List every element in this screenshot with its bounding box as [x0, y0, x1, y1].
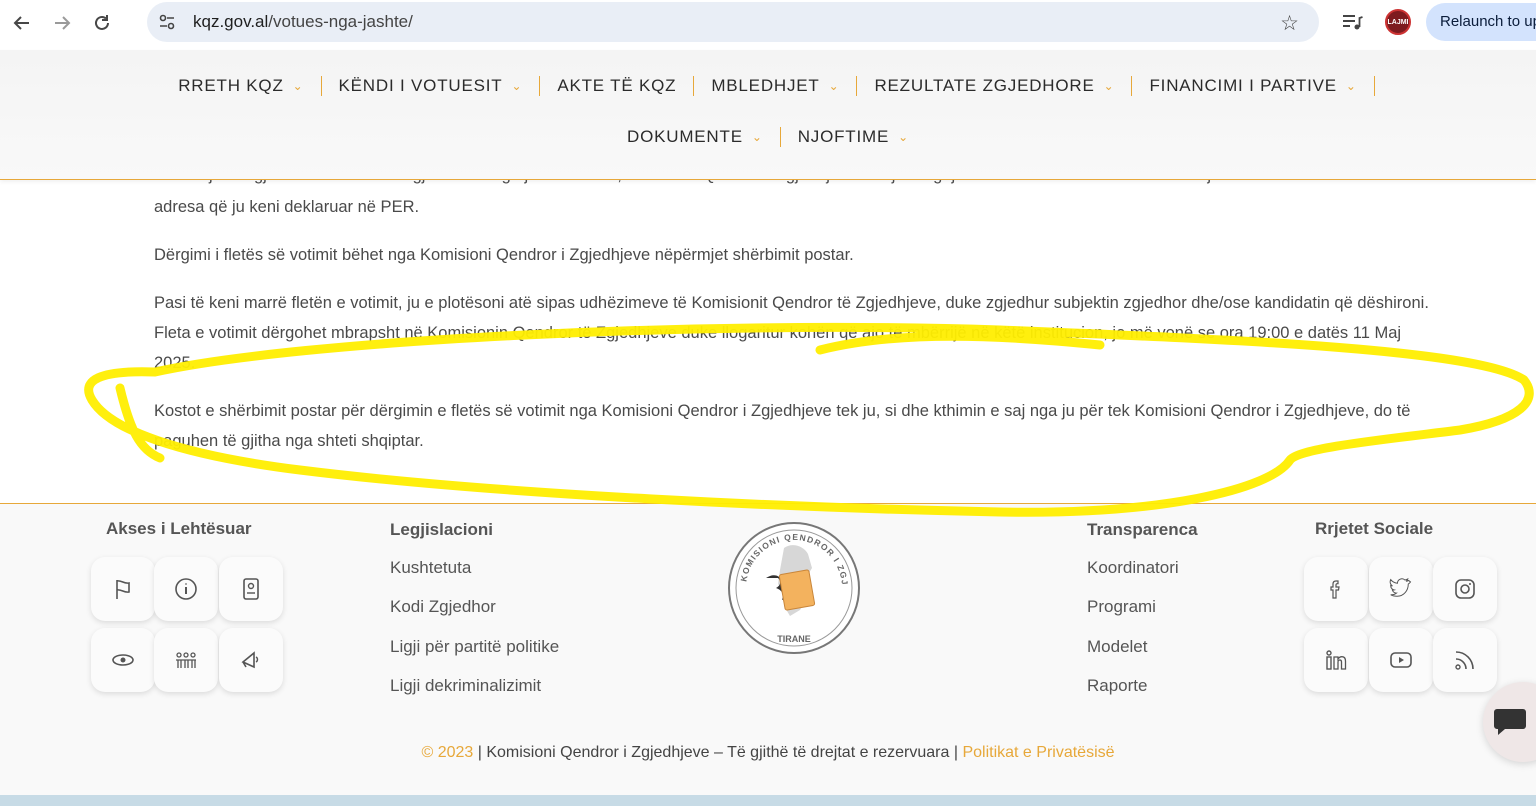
copyright-year: © 2023: [421, 744, 474, 761]
facebook-icon[interactable]: [1304, 557, 1368, 621]
menu-rezultate-zgjedhore[interactable]: REZULTATE ZGJEDHORE ⌄: [857, 74, 1131, 98]
menu-label: DOKUMENTE: [627, 127, 743, 146]
paragraph-ballot-return: Pasi të keni marrë fletën e votimit, ju …: [154, 294, 1429, 372]
rss-icon[interactable]: [1433, 628, 1497, 692]
site-footer: Akses i Lehtësuar Legjislacioni Kushtetu…: [0, 503, 1536, 795]
linkedin-icon[interactable]: [1304, 628, 1368, 692]
seal-text: TIRANE: [777, 634, 811, 644]
url-domain: kqz.gov.al: [193, 12, 269, 31]
relaunch-button[interactable]: Relaunch to update: [1426, 3, 1536, 41]
chevron-down-icon: ⌄: [1103, 79, 1115, 93]
chevron-down-icon: ⌄: [751, 130, 763, 144]
url-path: /votues-nga-jashte/: [268, 12, 413, 31]
site-header: RRETH KQZ ⌄ KËNDI I VOTUESIT ⌄ AKTE TË KQZ…: [0, 50, 1536, 180]
copyright-line: © 2023 | Komisioni Qendror i Zgjedhjeve …: [0, 744, 1536, 762]
menu-label: REZULTATE ZGJEDHORE: [874, 76, 1095, 95]
link-ligji-dekriminalizimit[interactable]: Ligji dekriminalizimit: [390, 676, 541, 696]
link-koordinatori[interactable]: Koordinatori: [1087, 558, 1179, 578]
os-taskbar: [0, 795, 1536, 806]
paragraph-text: Pasi të jeni regjistruar në Listën e Zgj…: [154, 180, 1439, 190]
menu-rreth-kqz[interactable]: RRETH KQZ ⌄: [161, 74, 320, 98]
megaphone-icon[interactable]: [219, 628, 283, 692]
chat-bubble-icon: [1494, 709, 1526, 735]
menu-njoftime[interactable]: NJOFTIME ⌄: [781, 125, 926, 149]
chevron-down-icon: ⌄: [511, 79, 523, 93]
media-controls-icon[interactable]: [1340, 10, 1364, 34]
copyright-text: | Komisioni Qendror i Zgjedhjeve – Të gj…: [473, 744, 963, 761]
menu-mbledhjet[interactable]: MBLEDHJET ⌄: [694, 74, 856, 98]
menu-label: MBLEDHJET: [711, 76, 820, 95]
site-settings-icon[interactable]: [157, 12, 177, 32]
info-icon[interactable]: [154, 557, 218, 621]
address-bar[interactable]: kqz.gov.al/votues-nga-jashte/ ☆: [147, 2, 1319, 42]
paragraph-partial-top: Pasi të jeni regjistruar në Listën e Zgj…: [154, 180, 1439, 190]
kqz-seal-logo[interactable]: KOMISIONI QENDROR I ZGJEDHJEVE TIRANE: [726, 520, 862, 656]
link-ligji-partite[interactable]: Ligji për partitë politike: [390, 637, 559, 657]
instagram-icon[interactable]: [1433, 557, 1497, 621]
menu-label: KËNDI I VOTUESIT: [338, 76, 503, 95]
browser-toolbar: kqz.gov.al/votues-nga-jashte/ ☆ LAJMI Re…: [0, 0, 1536, 46]
eye-icon[interactable]: [91, 628, 155, 692]
menu-financimi-i-partive[interactable]: FINANCIMI I PARTIVE ⌄: [1132, 74, 1373, 98]
extension-avatar[interactable]: LAJMI: [1385, 9, 1411, 35]
accessibility-title: Akses i Lehtësuar: [106, 519, 252, 538]
social-title: Rrjetet Sociale: [1315, 519, 1434, 538]
link-programi[interactable]: Programi: [1087, 597, 1156, 617]
menu-dokumente[interactable]: DOKUMENTE ⌄: [610, 125, 780, 149]
menu-label: NJOFTIME: [797, 127, 890, 146]
main-menu-row-1: RRETH KQZ ⌄ KËNDI I VOTUESIT ⌄ AKTE TË KQZ…: [0, 74, 1536, 98]
paragraph-postal-service: Dërgimi i fletës së votimit bëhet nga Ko…: [154, 246, 854, 264]
youtube-icon[interactable]: [1369, 628, 1433, 692]
chevron-down-icon: ⌄: [898, 130, 909, 144]
main-menu-row-2: DOKUMENTE ⌄ NJOFTIME ⌄: [0, 125, 1536, 149]
paragraph-postal-costs: Kostot e shërbimit postar për dërgimin e…: [154, 402, 1411, 450]
reload-icon[interactable]: [82, 3, 122, 43]
link-raporte[interactable]: Raporte: [1087, 676, 1147, 696]
chevron-down-icon: ⌄: [828, 79, 840, 93]
menu-kendi-i-votuesit[interactable]: KËNDI I VOTUESIT ⌄: [322, 74, 540, 98]
link-kushtetuta[interactable]: Kushtetuta: [390, 558, 471, 578]
paragraph-address: adresa që ju keni deklaruar në PER.: [154, 198, 420, 216]
people-icon[interactable]: [154, 628, 218, 692]
link-modelet[interactable]: Modelet: [1087, 637, 1147, 657]
legislation-title: Legjislacioni: [390, 520, 493, 539]
privacy-policy-link[interactable]: Politikat e Privatësisë: [962, 744, 1114, 761]
url-text: kqz.gov.al/votues-nga-jashte/: [193, 12, 413, 32]
bookmark-star-icon[interactable]: ☆: [1280, 11, 1299, 36]
forward-arrow-icon[interactable]: [42, 3, 82, 43]
menu-akte-te-kqz[interactable]: AKTE TË KQZ: [540, 74, 693, 98]
menu-divider: [1373, 76, 1375, 96]
menu-label: RRETH KQZ: [178, 76, 284, 95]
chevron-down-icon: ⌄: [1345, 79, 1357, 93]
menu-label: FINANCIMI I PARTIVE: [1149, 76, 1337, 95]
chevron-down-icon: ⌄: [292, 79, 304, 93]
accessibility-flag-icon[interactable]: [91, 557, 155, 621]
link-kodi-zgjedhor[interactable]: Kodi Zgjedhor: [390, 597, 496, 617]
back-arrow-icon[interactable]: [2, 3, 42, 43]
twitter-icon[interactable]: [1369, 557, 1433, 621]
document-icon[interactable]: [219, 557, 283, 621]
menu-label: AKTE TË KQZ: [557, 76, 677, 95]
transparency-title: Transparenca: [1087, 520, 1198, 539]
